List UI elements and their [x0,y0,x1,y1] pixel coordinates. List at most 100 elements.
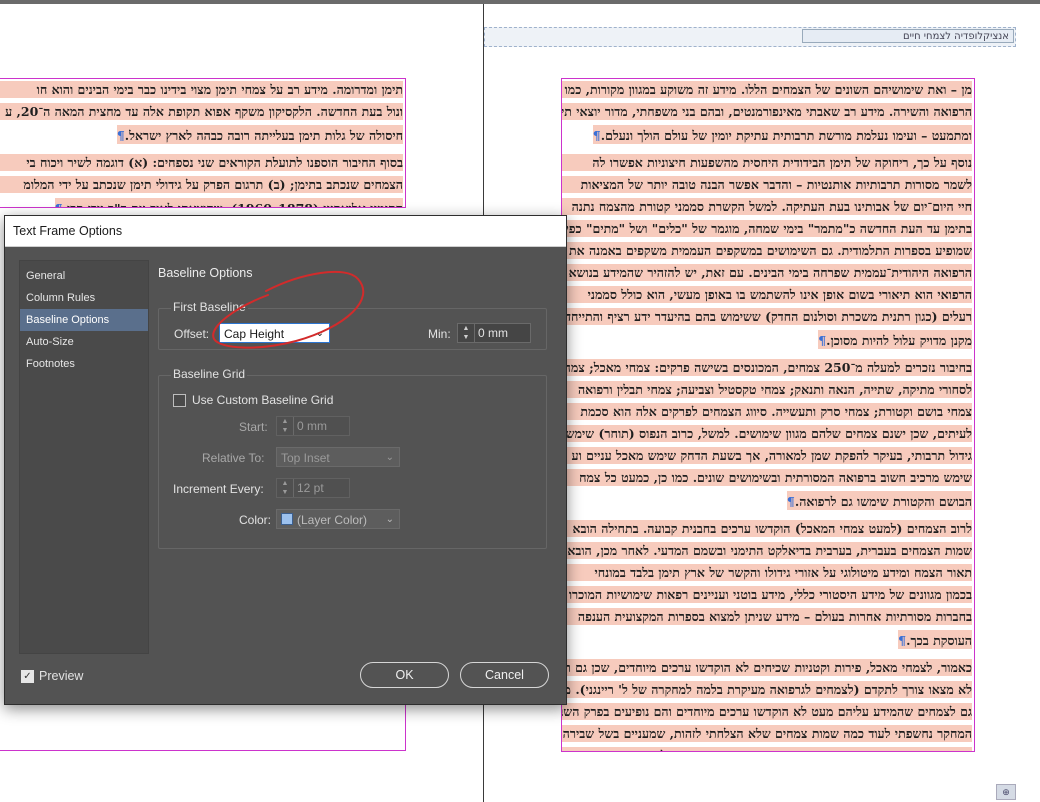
color-swatch [281,513,293,525]
text-line[interactable]: לסחורי מתיקה, שתייה, הנאה ותנאק; צמחי טק… [562,379,974,401]
left-text-frame[interactable]: תימן ומדרומה. מידע רב על צמחי תימן מצוי … [0,78,406,208]
top-ruler-bar [0,0,1040,4]
right-text-frame[interactable]: מן – ואת שימושיהם השונים של הצמחים הללו.… [561,78,975,752]
text-line-content: לרוב הצמחים (למעט צמחי המאכל) הוקדשו ערכ… [562,520,972,537]
text-line-content: לסחורי מתיקה, שתייה, הנאה ותנאק; צמחי טק… [562,381,972,398]
text-line-content: ומתמעט – ועימו נעלמת מורשת תרבותית עתיקת… [592,125,972,144]
use-custom-baseline-grid-checkbox[interactable] [173,394,186,407]
text-line[interactable]: שמות הצמחים בעברית, בערבית בדיאלקט התימנ… [562,540,974,562]
text-line-content: רעלים (כגון רתנית משכרת וסולנום החדק) שש… [562,308,972,325]
increment-every-value: 12 pt [297,481,324,495]
relative-to-select[interactable]: Top Inset ⌄ [276,447,400,467]
text-line-content: לשמר מסורות תרבותיות אותנטיות – והדבר אפ… [562,176,972,193]
text-line[interactable]: בכמון מגוונים של מידע היסטורי כללי, מידע… [562,584,974,606]
sidebar-item-column-rules[interactable]: Column Rules [20,287,148,309]
text-line-content: שמות הצמחים בעברית, בערבית בדיאלקט התימנ… [562,542,972,559]
preview-checkbox[interactable]: ✓ [21,670,34,683]
text-line-content: העוסקת בכך.¶ [898,630,972,649]
text-line[interactable]: בחברות מסורתיות אחרות בעולם – מידע שניתן… [562,606,974,628]
text-line[interactable]: נוסף על כך, ריחוקה של תימן הבידודית היחס… [562,152,974,174]
sidebar-item-auto-size[interactable]: Auto-Size [20,331,148,353]
text-line-content: הרפואה היהודית־עממית שפרחה בימי הבינים. … [562,264,972,281]
dialog-title[interactable]: Text Frame Options [5,216,566,247]
text-line[interactable]: לרוב הצמחים (למעט צמחי המאכל) הוקדשו ערכ… [562,518,974,540]
use-custom-baseline-grid-label[interactable]: Use Custom Baseline Grid [192,393,333,407]
text-line-content: חיי היום־יום של אבותינו בעת העתיקה. למשל… [562,198,972,215]
text-line[interactable]: לא מצאו צורך לתקדם (לצמחים לגרפואה מעיקר… [562,679,974,701]
ok-button[interactable]: OK [360,662,449,688]
text-line[interactable]: כפי האינפורמנטים, ואף הם הובאו בפרק זה. … [562,745,974,751]
text-line[interactable]: המחקר נחשפתי לעוד כמה שמות צמחים שלא הצל… [562,723,974,745]
pilcrow-icon: ¶ [898,633,907,648]
text-line[interactable]: כאמור, לצמחי מאכל, פירות וקטניות שכיחים … [562,657,974,679]
text-line[interactable]: רעלים (כגון רתנית משכרת וסולנום החדק) שש… [562,306,974,328]
min-value: 0 mm [478,326,508,340]
text-line-content: המחקר נחשפתי לעוד כמה שמות צמחים שלא הצל… [562,725,972,742]
relative-to-value: Top Inset [281,451,330,465]
text-line[interactable]: לשמר מסורות תרבותיות אותנטיות – והדבר אפ… [562,174,974,196]
text-line[interactable]: בסוף החיבור הוספנו לתועלת הקוראים שני נס… [0,152,405,174]
color-select[interactable]: (Layer Color) ⌄ [276,509,400,529]
text-line[interactable]: גם לצמחים שהמידע עליהם מעט לא הוקדשו ערכ… [562,701,974,723]
text-line[interactable]: שימש מרכיב חשוב ברפואה המסורתית ובשימושי… [562,467,974,489]
sidebar-item-footnotes[interactable]: Footnotes [20,353,148,375]
min-stepper[interactable]: ▲ ▼ 0 mm [457,323,531,343]
cancel-button[interactable]: Cancel [460,662,549,688]
text-line[interactable]: בחיבור נזכרים למעלה מ־250 צמחים, המכונסי… [562,357,974,379]
text-line-content: לא מצאו צורך לתקדם (לצמחים לגרפואה מעיקר… [562,681,972,698]
pilcrow-icon: ¶ [592,128,601,143]
text-line[interactable]: לעיתים, שכן ישנם צמחים שלהם מגוון שימושי… [562,423,974,445]
text-line[interactable]: מקנן מדויק עלול להיות מסוכן.¶ [562,328,974,350]
text-line[interactable]: תימן ומדרומה. מידע רב על צמחי תימן מצוי … [0,79,405,101]
text-line-content: הבושם והקטורת שימשו גם לרפואה.¶ [786,491,972,510]
min-label: Min: [428,327,451,341]
preview-label[interactable]: Preview [39,669,83,683]
stepper-arrows-icon: ▲ ▼ [277,479,294,497]
text-line[interactable]: התימני אלואסעי (1878–1960), שהוצאתי לאור… [0,196,405,207]
increment-every-stepper[interactable]: ▲ ▼ 12 pt [276,478,350,498]
text-line-content: לעיתים, שכן ישנם צמחים שלהם מגוון שימושי… [562,425,972,442]
text-line[interactable]: הרפואה היהודית־עממית שפרחה בימי הבינים. … [562,262,974,284]
text-line[interactable]: בתימן עד העת החדשה כ"מתמר" בימי שמחה, מו… [562,218,974,240]
stepper-arrows-icon[interactable]: ▲ ▼ [458,324,475,342]
text-line-content: בתימן עד העת החדשה כ"מתמר" בימי שמחה, מו… [562,220,972,237]
start-label: Start: [239,420,268,434]
text-line-content: בסוף החיבור הוספנו לתועלת הקוראים שני נס… [0,154,403,171]
start-stepper[interactable]: ▲ ▼ 0 mm [276,416,350,436]
running-head-text[interactable]: אנציקלופדיה לצמחי חיים [802,29,1014,43]
text-line[interactable]: ומתמעט – ועימו נעלמת מורשת תרבותית עתיקת… [562,123,974,145]
text-line-content: תימן ומדרומה. מידע רב על צמחי תימן מצוי … [0,81,403,98]
sidebar-item-general[interactable]: General [20,265,148,287]
text-line[interactable]: מן – ואת שימושיהם השונים של הצמחים הללו.… [562,79,974,101]
pilcrow-icon: ¶ [116,128,125,143]
baseline-grid-label: Baseline Grid [171,367,248,381]
text-line[interactable]: ונול בעת החדשה. הלקסיקון משקף אפוא תקופת… [0,101,405,123]
text-line-content: נוסף על כך, ריחוקה של תימן הבידודית היחס… [562,154,972,171]
text-line[interactable]: חיסולה של גלות תימן בעלייתה רובה כבהה לא… [0,123,405,145]
start-value: 0 mm [297,419,327,433]
text-line-content: הצמחים שנכתב בתימן; (ב) תרגום הפרק על גי… [0,176,403,193]
text-line[interactable]: גידול תרבותי, בעיקר להפקת שמן למאורה, אך… [562,445,974,467]
text-line[interactable]: הצמחים שנכתב בתימן; (ב) תרגום הפרק על גי… [0,174,405,196]
text-line-content: הרפואי הוא תיאורי בשום אופן אינו להשתמש … [562,286,972,303]
text-line[interactable]: חיי היום־יום של אבותינו בעת העתיקה. למשל… [562,196,974,218]
text-line[interactable]: העוסקת בכך.¶ [562,628,974,650]
dialog-sidebar: General Column Rules Baseline Options Au… [19,260,149,654]
text-line[interactable]: שמופיע בספרות התלמודית. גם השימושים במשק… [562,240,974,262]
page-icon[interactable]: ⊕ [996,784,1016,800]
text-line[interactable]: הבושם והקטורת שימשו גם לרפואה.¶ [562,489,974,511]
color-value: (Layer Color) [297,513,368,527]
text-line[interactable]: צמחי בושם וקטורת; צמחי סרק ותעשייה. סיוו… [562,401,974,423]
text-line-content: הרפואה והשירה. מידע רב שאבתי מאינפורמנטי… [562,103,972,120]
text-line[interactable]: הרפואה והשירה. מידע רב שאבתי מאינפורמנטי… [562,101,974,123]
text-line-content: בכמון מגוונים של מידע היסטורי כללי, מידע… [562,586,972,603]
text-line-content: תאור הצמח ומידע מיטולוגי על אזורי גידולו… [562,564,972,581]
text-line[interactable]: תאור הצמח ומידע מיטולוגי על אזורי גידולו… [562,562,974,584]
sidebar-item-baseline-options[interactable]: Baseline Options [20,309,148,331]
text-line[interactable]: הרפואי הוא תיאורי בשום אופן אינו להשתמש … [562,284,974,306]
